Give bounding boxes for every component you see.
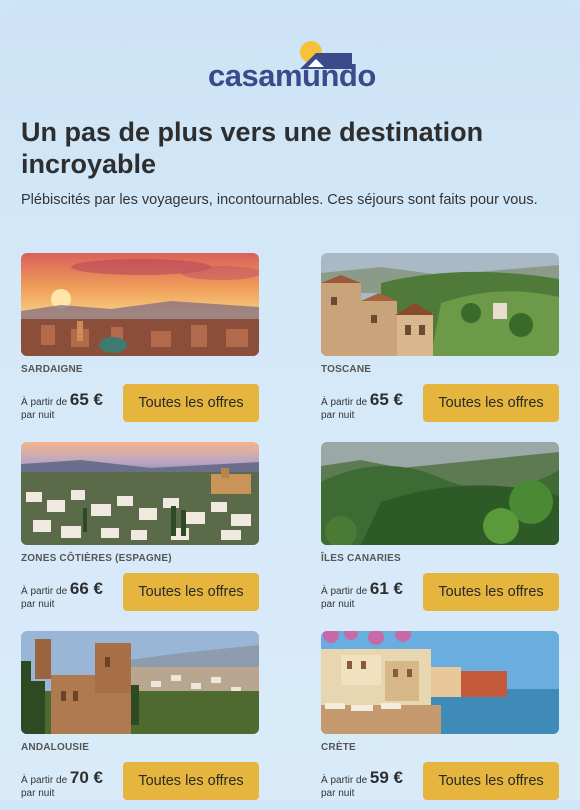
destination-label: CRÈTE — [321, 742, 356, 753]
page-subtitle: Plébiscités par les voyageurs, incontour… — [21, 192, 538, 208]
price-unit: par nuit — [321, 410, 355, 421]
offer-card: ZONES CÔTIÈRES (ESPAGNE) À partir de 66 … — [21, 442, 259, 621]
destination-label: SARDAIGNE — [21, 364, 83, 375]
offer-card: ÎLES CANARIES À partir de 61 € par nuit … — [321, 442, 559, 621]
price-prefix: À partir de — [21, 397, 68, 408]
price-prefix: À partir de — [21, 586, 68, 597]
sunset-city-photo[interactable] — [21, 253, 259, 356]
price-prefix: À partir de — [321, 775, 368, 786]
destination-label: ÎLES CANARIES — [321, 553, 401, 564]
destination-label: TOSCANE — [321, 364, 372, 375]
price-value: 65 € — [369, 390, 404, 409]
price-prefix: À partir de — [321, 586, 368, 597]
destination-label: ZONES CÔTIÈRES (ESPAGNE) — [21, 553, 172, 564]
offer-card: SARDAIGNE À partir de 65 € par nuit Tout… — [21, 253, 259, 432]
price-value: 66 € — [69, 579, 104, 598]
all-offers-button[interactable]: Toutes les offres — [423, 762, 559, 800]
email-card: casamundo Un pas de plus vers une destin… — [0, 0, 580, 800]
all-offers-button[interactable]: Toutes les offres — [423, 573, 559, 611]
page-title: Un pas de plus vers une destination incr… — [21, 117, 484, 179]
white-village-photo[interactable] — [21, 442, 259, 545]
offer-card: TOSCANE À partir de 65 € par nuit Toutes… — [321, 253, 559, 432]
offer-card: ANDALOUSIE À partir de 70 € par nuit Tou… — [21, 631, 259, 810]
price-value: 70 € — [69, 768, 104, 787]
price-value: 59 € — [369, 768, 404, 787]
brand-name[interactable]: casamundo — [208, 58, 376, 94]
price-unit: par nuit — [21, 410, 55, 421]
offer-card: CRÈTE À partir de 59 € par nuit Toutes l… — [321, 631, 559, 810]
green-mountains-photo[interactable] — [321, 442, 559, 545]
all-offers-button[interactable]: Toutes les offres — [423, 384, 559, 422]
price-prefix: À partir de — [321, 397, 368, 408]
price-unit: par nuit — [21, 788, 55, 799]
harbor-photo[interactable] — [321, 631, 559, 734]
destination-label: ANDALOUSIE — [21, 742, 90, 753]
price-unit: par nuit — [321, 788, 355, 799]
alhambra-photo[interactable] — [21, 631, 259, 734]
price-prefix: À partir de — [21, 775, 68, 786]
price-unit: par nuit — [21, 599, 55, 610]
all-offers-button[interactable]: Toutes les offres — [123, 384, 259, 422]
price-value: 61 € — [369, 579, 404, 598]
all-offers-button[interactable]: Toutes les offres — [123, 573, 259, 611]
price-value: 65 € — [69, 390, 104, 409]
price-unit: par nuit — [321, 599, 355, 610]
all-offers-button[interactable]: Toutes les offres — [123, 762, 259, 800]
tuscan-village-photo[interactable] — [321, 253, 559, 356]
